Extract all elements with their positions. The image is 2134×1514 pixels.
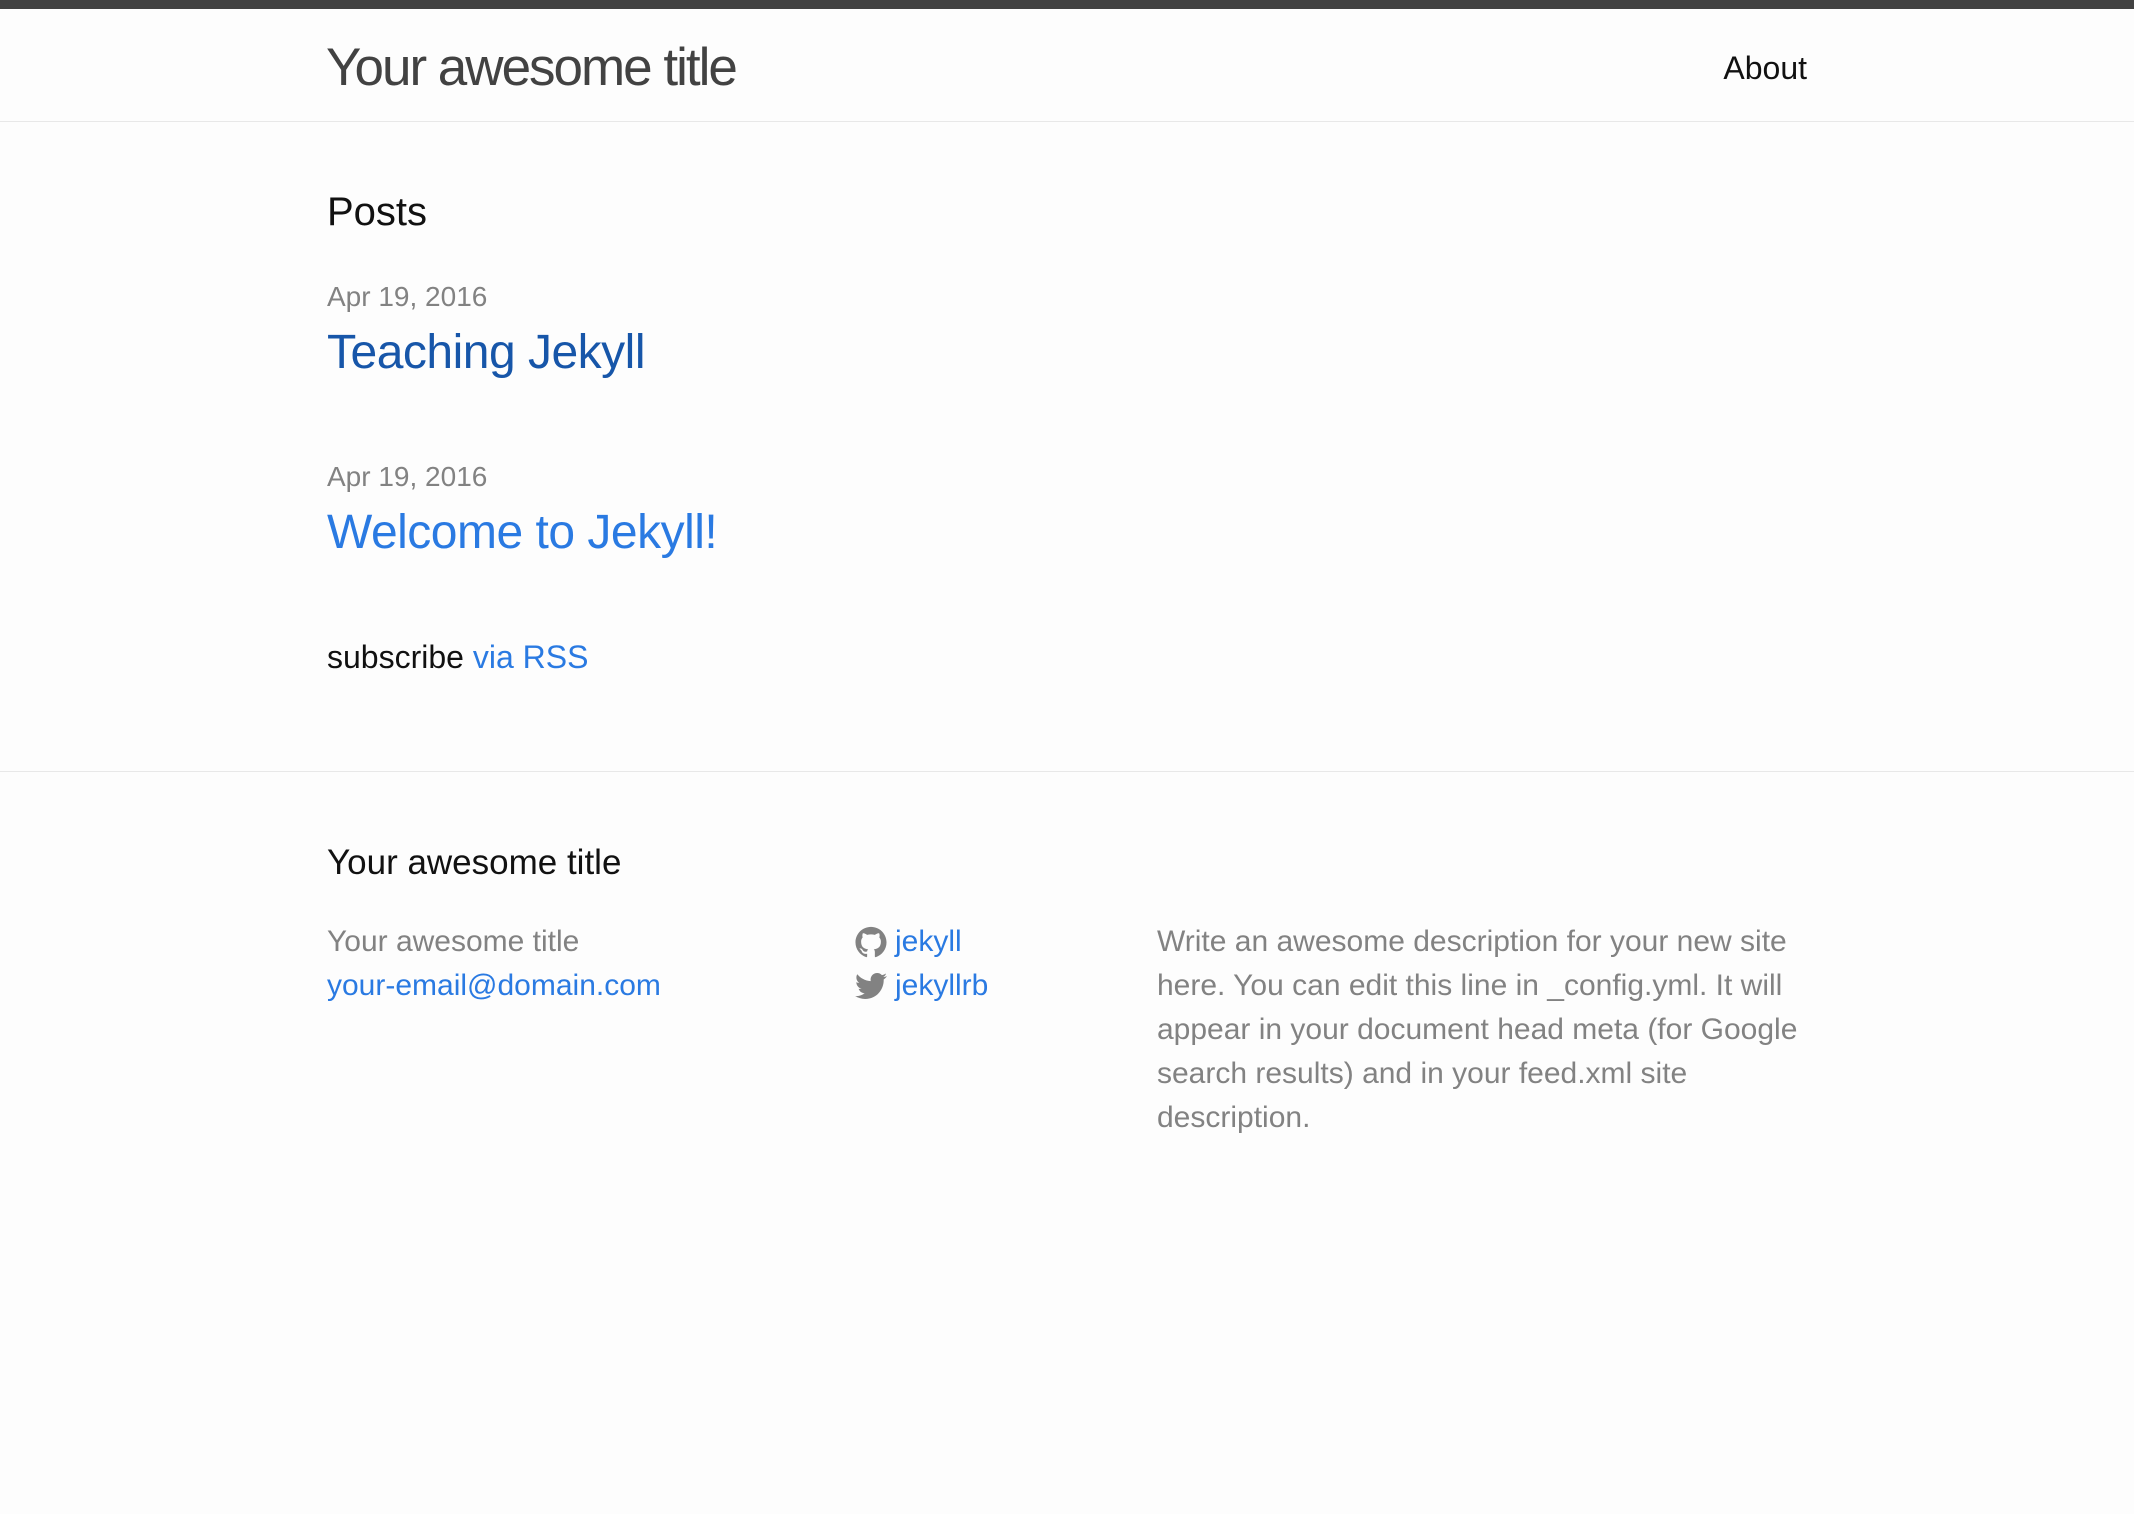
rss-subscribe-text: subscribe: [327, 639, 464, 675]
top-accent-bar: [0, 0, 2134, 9]
post-title-link[interactable]: Teaching Jekyll: [327, 324, 717, 382]
site-footer: Your awesome title Your awesome title yo…: [0, 771, 2134, 1514]
rss-link[interactable]: via RSS: [473, 639, 589, 675]
posts-heading: Posts: [327, 190, 428, 234]
footer-social-list: jekyll jekyllrb: [855, 920, 988, 1008]
site-title-link[interactable]: Your awesome title: [326, 36, 738, 100]
twitter-icon: [855, 970, 887, 1002]
nav-link-about[interactable]: About: [1723, 49, 1807, 87]
twitter-link[interactable]: jekyllrb: [855, 964, 988, 1008]
post-list: Apr 19, 2016 Teaching Jekyll Apr 19, 201…: [327, 280, 718, 640]
footer-contact-list: Your awesome title your-email@domain.com: [327, 920, 661, 1008]
rss-subscribe: subscribe via RSS: [327, 638, 588, 676]
post-date: Apr 19, 2016: [327, 281, 488, 312]
site-header: Your awesome title About: [0, 9, 2134, 122]
github-icon: [855, 926, 887, 958]
post-list-item: Apr 19, 2016 Teaching Jekyll: [327, 280, 717, 460]
footer-heading: Your awesome title: [327, 843, 622, 882]
github-username: jekyll: [895, 925, 962, 958]
post-list-item: Apr 19, 2016 Welcome to Jekyll!: [327, 460, 718, 640]
footer-site-name: Your awesome title: [327, 925, 580, 958]
post-title-link[interactable]: Welcome to Jekyll!: [327, 504, 718, 562]
github-link[interactable]: jekyll: [855, 920, 962, 964]
post-date: Apr 19, 2016: [327, 461, 488, 492]
twitter-username: jekyllrb: [895, 969, 989, 1002]
footer-email-link[interactable]: your-email@domain.com: [327, 969, 661, 1002]
site-description: Write an awesome description for your ne…: [1157, 925, 1798, 1134]
